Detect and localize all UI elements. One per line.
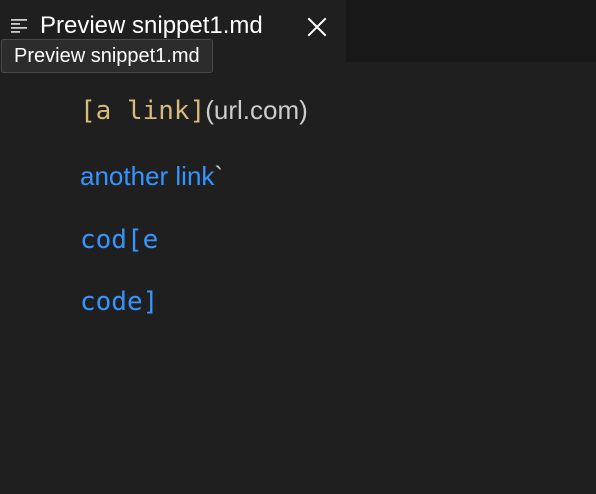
preview-line-1: [a link](url.com) [80, 92, 308, 129]
tab-title: Preview snippet1.md [40, 12, 263, 39]
backtick-text: ` [214, 161, 224, 191]
preview-icon [10, 17, 28, 35]
close-icon[interactable] [304, 14, 330, 40]
markdown-preview: [a link](url.com) another link` cod[e co… [0, 62, 596, 494]
preview-line-3: cod[e [80, 225, 159, 255]
inline-code-text: [a link] [80, 96, 206, 126]
preview-line-2: another link` [80, 158, 223, 194]
preview-line-4: code] [80, 287, 159, 317]
plain-text: (url.com) [205, 95, 308, 125]
another-link[interactable]: another link [80, 161, 214, 191]
